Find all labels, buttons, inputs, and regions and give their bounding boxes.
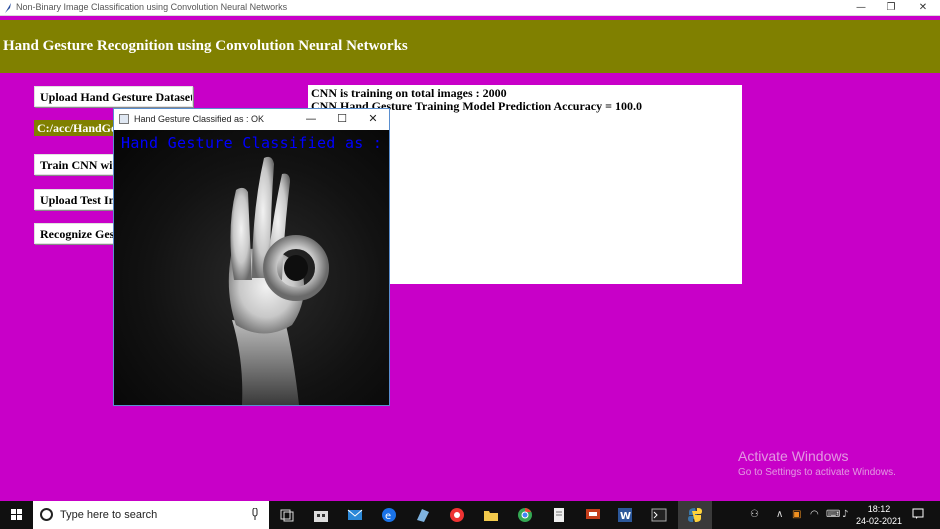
window-titlebar: Non-Binary Image Classification using Co…: [0, 0, 940, 16]
windows-start-icon[interactable]: [0, 501, 33, 529]
popup-titlebar[interactable]: Hand Gesture Classified as : OK — ☐ ✕: [114, 109, 389, 130]
clock-date: 24-02-2021: [855, 516, 903, 526]
dataset-path-label: C:/acc/HandGesture: [34, 120, 114, 136]
popup-maximize-button[interactable]: ☐: [327, 109, 357, 130]
volume-icon[interactable]: ♪: [842, 509, 848, 520]
popup-title: Hand Gesture Classified as : OK: [134, 114, 265, 124]
svg-text:e: e: [385, 511, 391, 522]
documents-icon[interactable]: [550, 506, 568, 524]
window-title: Non-Binary Image Classification using Co…: [16, 2, 288, 12]
taskbar-search-input[interactable]: Type here to search: [33, 501, 269, 529]
notification-icon[interactable]: [912, 508, 924, 520]
gesture-image: Hand Gesture Classified as : OK: [114, 130, 389, 405]
people-icon[interactable]: ⚇: [750, 509, 759, 520]
upload-dataset-button[interactable]: Upload Hand Gesture Dataset: [34, 86, 193, 107]
feather-app-icon: [5, 3, 11, 13]
upload-test-image-button[interactable]: Upload Test Image: [34, 189, 116, 210]
window-icon: [119, 114, 129, 124]
app-header: Hand Gesture Recognition using Convoluti…: [0, 20, 940, 73]
minimize-button[interactable]: —: [844, 0, 878, 16]
chrome-icon[interactable]: [516, 506, 534, 524]
search-circle-icon: [40, 508, 53, 521]
taskbar: Type here to search e W ⚇ ∧ ▣ ◠ ⌨ ♪ 18:1…: [0, 501, 940, 529]
presentation-icon[interactable]: [584, 506, 602, 524]
recorder-icon[interactable]: [448, 506, 466, 524]
store-icon[interactable]: [312, 506, 330, 524]
watermark-line2: Go to Settings to activate Windows.: [738, 467, 896, 478]
app-tray-icon[interactable]: ▣: [792, 509, 801, 520]
terminal-icon[interactable]: [650, 506, 668, 524]
mail-icon[interactable]: [346, 506, 364, 524]
train-cnn-button[interactable]: Train CNN with Gesture Images: [34, 154, 116, 175]
microphone-icon[interactable]: [251, 508, 259, 520]
wifi-icon[interactable]: ◠: [810, 509, 819, 520]
word-icon[interactable]: W: [616, 506, 634, 524]
classification-popup-window[interactable]: Hand Gesture Classified as : OK — ☐ ✕ Ha…: [113, 108, 390, 406]
popup-close-button[interactable]: ✕: [358, 109, 388, 130]
search-placeholder: Type here to search: [60, 509, 158, 521]
taskbar-clock[interactable]: 18:12 24-02-2021: [855, 503, 903, 527]
svg-text:W: W: [620, 511, 631, 522]
ok-hand-gesture-icon: [228, 156, 329, 405]
clock-time: 18:12: [867, 504, 891, 514]
chevron-up-icon[interactable]: ∧: [776, 509, 783, 520]
watermark-line1: Activate Windows: [738, 448, 849, 464]
activate-windows-watermark: Activate Windows Go to Settings to activ…: [738, 448, 896, 478]
page-title: Hand Gesture Recognition using Convoluti…: [3, 38, 408, 54]
classification-overlay-text: Hand Gesture Classified as : OK: [121, 134, 389, 152]
restore-button[interactable]: ❐: [874, 0, 908, 16]
close-button[interactable]: ✕: [906, 0, 940, 16]
task-view-icon[interactable]: [278, 506, 296, 524]
recognize-gesture-button[interactable]: Recognize Gesture from Webcam: [34, 223, 116, 244]
files-icon[interactable]: [414, 506, 432, 524]
python-icon[interactable]: [686, 506, 704, 524]
folder-icon[interactable]: [482, 506, 500, 524]
edge-icon[interactable]: e: [380, 506, 398, 524]
language-icon[interactable]: ⌨: [826, 509, 840, 520]
popup-minimize-button[interactable]: —: [296, 109, 326, 130]
